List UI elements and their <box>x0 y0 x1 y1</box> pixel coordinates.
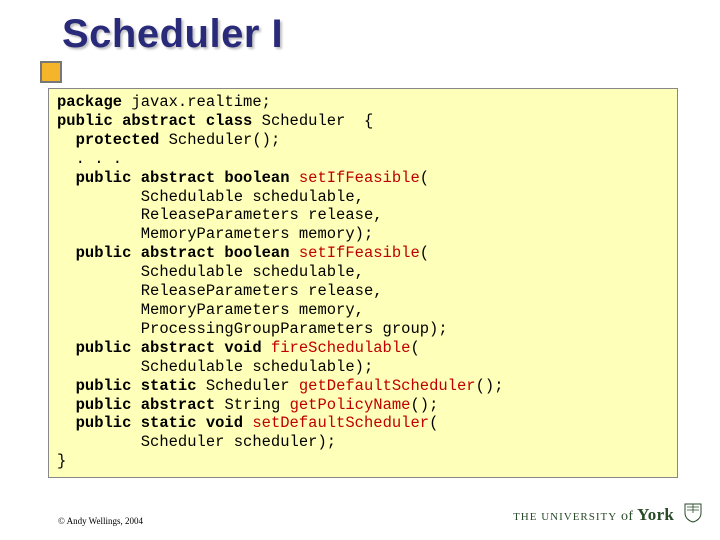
code-text: (); <box>476 377 504 395</box>
logo-prefix: THE UNIVERSITY <box>513 511 617 523</box>
kw-public-abstract-boolean: public abstract boolean <box>57 169 299 187</box>
slide: Scheduler I package javax.realtime; publ… <box>0 0 720 540</box>
code-text: Schedulable schedulable, <box>57 263 364 281</box>
method-name: setDefaultScheduler <box>252 414 429 432</box>
logo-of: of <box>617 509 637 524</box>
method-name: fireSchedulable <box>271 339 411 357</box>
code-text: Scheduler(); <box>159 131 280 149</box>
kw-public-abstract-class: public abstract class <box>57 112 252 130</box>
kw-protected: protected <box>57 131 159 149</box>
kw-public-static-void: public static void <box>57 414 252 432</box>
kw-public-abstract-boolean: public abstract boolean <box>57 244 299 262</box>
code-text: ProcessingGroupParameters group); <box>57 320 448 338</box>
code-text: Schedulable schedulable); <box>57 358 373 376</box>
code-text: ReleaseParameters release, <box>57 282 383 300</box>
code-text: String <box>215 396 289 414</box>
kw-package: package <box>57 93 122 111</box>
shield-icon <box>684 503 702 528</box>
code-text: (); <box>410 396 438 414</box>
kw-public-abstract-void: public abstract void <box>57 339 271 357</box>
code-text: ( <box>420 244 429 262</box>
method-name: setIfFeasible <box>299 244 420 262</box>
code-text: MemoryParameters memory); <box>57 225 373 243</box>
code-block: package javax.realtime; public abstract … <box>48 88 678 478</box>
method-name: getDefaultScheduler <box>299 377 476 395</box>
code-text: ( <box>429 414 438 432</box>
title-accent-square <box>40 61 62 83</box>
code-text: ( <box>420 169 429 187</box>
method-name: getPolicyName <box>290 396 411 414</box>
copyright-text: © Andy Wellings, 2004 <box>58 516 143 526</box>
title-wrap: Scheduler I <box>62 12 283 57</box>
code-text: ( <box>410 339 419 357</box>
slide-title: Scheduler I <box>62 12 283 57</box>
code-text: . . . <box>57 150 122 168</box>
code-text: Scheduler { <box>252 112 373 130</box>
logo-york: York <box>637 505 674 524</box>
kw-public-static: public static <box>57 377 197 395</box>
method-name: setIfFeasible <box>299 169 420 187</box>
code-text: Scheduler scheduler); <box>57 433 336 451</box>
code-text: Schedulable schedulable, <box>57 188 364 206</box>
code-text: javax.realtime; <box>122 93 271 111</box>
code-text: ReleaseParameters release, <box>57 206 383 224</box>
code-text: MemoryParameters memory, <box>57 301 364 319</box>
code-text: Scheduler <box>197 377 299 395</box>
kw-public-abstract: public abstract <box>57 396 215 414</box>
university-logo: THE UNIVERSITY of York <box>513 503 702 528</box>
code-text: } <box>57 452 66 470</box>
